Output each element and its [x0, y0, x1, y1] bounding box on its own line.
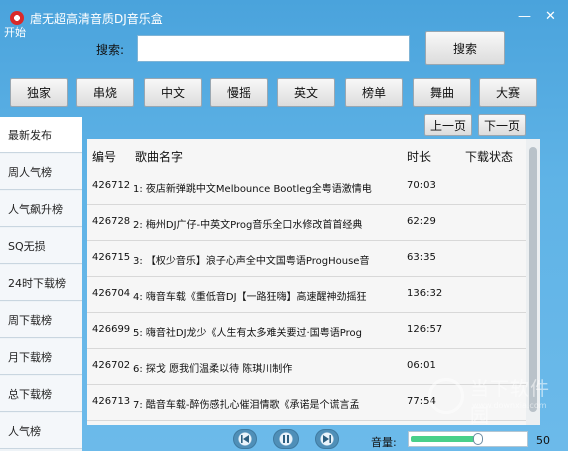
category-contest-button[interactable]: 大赛	[479, 78, 537, 107]
song-id: 426715	[92, 252, 131, 263]
watermark-url: www.downxia.com	[472, 401, 547, 410]
app-logo-icon	[10, 11, 24, 25]
table-row[interactable]: 426704 4: 嗨音车载《重低音DJ【一路狂嗨】高速醒神劲摇狂 136:32	[87, 277, 530, 313]
header-duration: 时长	[407, 150, 432, 164]
table-row[interactable]: 426712 1: 夜店新弹跳中文Melbounce Bootleg全粤语激情电…	[87, 169, 530, 205]
volume-value: 50	[536, 434, 550, 447]
close-button[interactable]: ✕	[545, 10, 556, 24]
player-bar: 音量: 50	[0, 427, 568, 451]
category-english-button[interactable]: 英文	[277, 78, 335, 107]
sidebar-item-latest[interactable]: 最新发布	[0, 117, 82, 153]
sidebar-item-24h-downloads[interactable]: 24时下载榜	[0, 265, 82, 301]
song-duration: 63:35	[407, 252, 436, 263]
category-chinese-button[interactable]: 中文	[144, 78, 202, 107]
search-button[interactable]: 搜索	[425, 31, 505, 65]
pause-icon[interactable]	[273, 429, 299, 449]
song-name: 7: 酷音车载-醉伤感扎心催泪情歌《承诺是个谎言孟	[133, 400, 360, 411]
prev-track-icon[interactable]	[233, 429, 257, 449]
song-duration: 136:32	[407, 288, 443, 299]
category-medley-button[interactable]: 串烧	[76, 78, 134, 107]
category-exclusive-button[interactable]: 独家	[10, 78, 68, 107]
header-id: 编号	[92, 150, 117, 164]
sidebar-item-monthly-downloads[interactable]: 月下载榜	[0, 339, 82, 375]
watermark-circle-icon	[428, 378, 464, 414]
song-name: 2: 梅州DJ广仔-中英文Prog音乐全口水修改首首经典	[133, 220, 363, 231]
sidebar-item-sq-lossless[interactable]: SQ无损	[0, 228, 82, 264]
volume-fill	[411, 436, 475, 442]
start-label[interactable]: 开始	[4, 24, 26, 40]
header-song-name: 歌曲名字	[135, 150, 184, 164]
header-download-status: 下载状态	[465, 150, 514, 164]
table-row[interactable]: 426699 5: 嗨音社DJ龙少《人生有太多难关要过·国粤语Prog 126:…	[87, 313, 530, 349]
category-dance-button[interactable]: 舞曲	[413, 78, 471, 107]
title-bar: 虐无超高清音质DJ音乐盒 — ✕	[0, 0, 568, 32]
sidebar-item-weekly-downloads[interactable]: 周下载榜	[0, 302, 82, 338]
song-id: 426699	[92, 324, 131, 335]
search-label: 搜索:	[96, 43, 125, 57]
song-name: 5: 嗨音社DJ龙少《人生有太多难关要过·国粤语Prog	[133, 328, 362, 339]
song-id: 426712	[92, 180, 131, 191]
search-input[interactable]	[137, 35, 410, 62]
watermark-logo: 当下软件园 www.downxia.com	[428, 372, 568, 427]
window-title: 虐无超高清音质DJ音乐盒	[30, 12, 163, 26]
song-name: 6: 探戈 愿我们温柔以待 陈琪川制作	[133, 364, 293, 375]
table-row[interactable]: 426715 3: 【权少音乐】浪子心声全中文国粤语ProgHouse音 63:…	[87, 241, 530, 277]
sidebar-item-total-downloads[interactable]: 总下载榜	[0, 376, 82, 412]
song-name: 1: 夜店新弹跳中文Melbounce Bootleg全粤语激情电	[133, 184, 372, 195]
category-slow-rock-button[interactable]: 慢摇	[210, 78, 268, 107]
sidebar-item-weekly-popular[interactable]: 周人气榜	[0, 154, 82, 190]
song-id: 426702	[92, 360, 131, 371]
song-duration: 126:57	[407, 324, 443, 335]
sidebar-item-rising[interactable]: 人气飙升榜	[0, 191, 82, 227]
sidebar: 最新发布 周人气榜 人气飙升榜 SQ无损 24时下载榜 周下载榜 月下载榜 总下…	[0, 117, 82, 451]
volume-label: 音量:	[371, 436, 397, 449]
prev-page-button[interactable]: 上一页	[424, 114, 472, 136]
song-name: 4: 嗨音车载《重低音DJ【一路狂嗨】高速醒神劲摇狂	[133, 292, 367, 303]
song-duration: 06:01	[407, 360, 436, 371]
song-duration: 70:03	[407, 180, 436, 191]
next-page-button[interactable]: 下一页	[478, 114, 526, 136]
minimize-button[interactable]: —	[518, 10, 531, 24]
volume-slider[interactable]	[408, 431, 528, 447]
song-id: 426704	[92, 288, 131, 299]
song-id: 426728	[92, 216, 131, 227]
next-track-icon[interactable]	[315, 429, 339, 449]
category-charts-button[interactable]: 榜单	[345, 78, 403, 107]
song-id: 426713	[92, 396, 131, 407]
volume-knob[interactable]	[473, 433, 483, 445]
song-duration: 62:29	[407, 216, 436, 227]
song-name: 3: 【权少音乐】浪子心声全中文国粤语ProgHouse音	[133, 256, 370, 267]
table-row[interactable]: 426728 2: 梅州DJ广仔-中英文Prog音乐全口水修改首首经典 62:2…	[87, 205, 530, 241]
